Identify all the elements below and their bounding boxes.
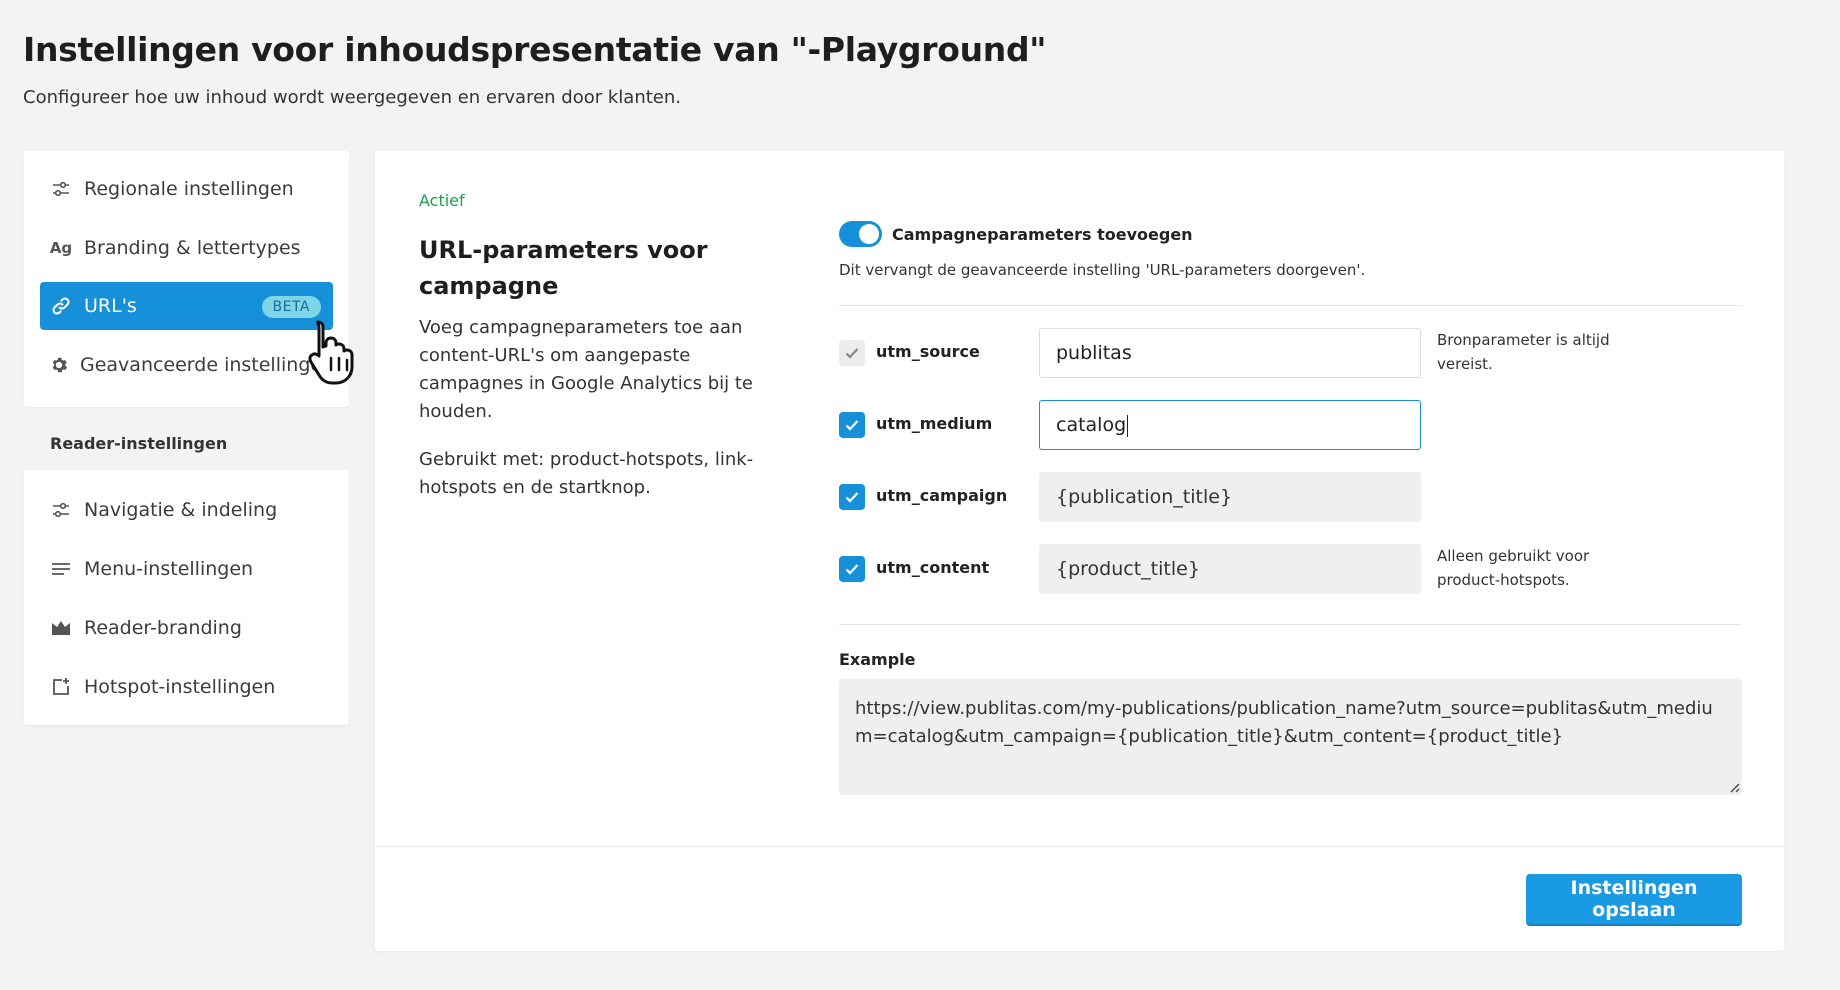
divider	[839, 624, 1742, 625]
param-name: utm_source	[876, 342, 980, 361]
section-intro: Actief URL-parameters voor campagne Voeg…	[419, 191, 769, 502]
sliders-icon	[50, 181, 72, 197]
sidebar-item-label: Branding & lettertypes	[84, 236, 301, 259]
sidebar-item-label: URL's	[84, 295, 137, 317]
page-title: Instellingen voor inhoudspresentatie van…	[23, 30, 1047, 69]
example-url-text: https://view.publitas.com/my-publication…	[855, 698, 1713, 747]
sidebar-item-label: Regionale instellingen	[84, 178, 294, 200]
check-icon	[845, 492, 859, 503]
sidebar-item-label: Navigatie & indeling	[84, 499, 278, 521]
section-description: Voeg campagneparameters toe aan content-…	[419, 317, 753, 422]
params-form: Campagneparameters toevoegen Dit vervang…	[839, 221, 1742, 795]
utm-source-checkbox[interactable]	[839, 340, 865, 366]
menu-icon	[50, 561, 72, 577]
page-header: Instellingen voor inhoudspresentatie van…	[23, 30, 1047, 108]
param-row-utm-content: utm_content {product_title} Alleen gebru…	[839, 544, 1742, 594]
hotspot-icon	[50, 677, 72, 697]
section-title: URL-parameters voor campagne	[419, 236, 708, 300]
sidebar-item-hotspot[interactable]: Hotspot-instellingen	[40, 663, 333, 711]
param-row-utm-campaign: utm_campaign {publication_title}	[839, 472, 1742, 522]
hand-cursor-icon	[308, 320, 354, 385]
footer-divider	[375, 846, 1784, 847]
sidebar-item-label: Menu-instellingen	[84, 558, 254, 580]
beta-badge: BETA	[261, 296, 321, 318]
sidebar-item-reader-branding[interactable]: Reader-branding	[40, 604, 333, 652]
status-badge: Actief	[419, 191, 465, 210]
font-icon: Ag	[49, 238, 73, 257]
check-icon	[845, 564, 859, 575]
divider	[839, 305, 1742, 306]
campaign-toggle-row: Campagneparameters toevoegen	[839, 221, 1742, 247]
param-help-text: Alleen gebruikt voor product-hotspots.	[1437, 547, 1590, 589]
toggle-label: Campagneparameters toevoegen	[892, 224, 1193, 244]
utm-medium-checkbox[interactable]	[839, 412, 865, 438]
crown-icon	[50, 620, 72, 636]
toggle-help-text: Dit vervangt de geavanceerde instelling …	[839, 261, 1366, 279]
utm-source-input[interactable]: publitas	[1039, 328, 1421, 378]
sidebar-item-label: Reader-branding	[84, 617, 242, 639]
utm-content-checkbox[interactable]	[839, 556, 865, 582]
url-params-panel: Actief URL-parameters voor campagne Voeg…	[375, 151, 1784, 951]
sliders-icon	[50, 502, 72, 518]
section-used-with: Gebruikt met: product-hotspots, link-hot…	[419, 449, 754, 498]
check-icon	[845, 348, 859, 359]
sidebar-settings-nav: Regionale instellingen Ag Branding & let…	[24, 151, 349, 407]
reader-settings-heading: Reader-instellingen	[50, 434, 228, 453]
check-icon	[845, 420, 859, 431]
param-help-text: Bronparameter is altijd vereist.	[1437, 331, 1610, 373]
param-name: utm_campaign	[876, 486, 1008, 505]
page-subtitle: Configureer hoe uw inhoud wordt weergege…	[23, 87, 681, 108]
sidebar-item-label: Hotspot-instellingen	[84, 676, 276, 698]
sidebar-item-label: Geavanceerde instellingen	[80, 353, 333, 376]
link-icon	[50, 296, 72, 316]
sidebar-reader-nav: Navigatie & indeling Menu-instellingen R…	[24, 470, 349, 725]
sidebar-item-navigation[interactable]: Navigatie & indeling	[40, 486, 333, 534]
input-value: catalog	[1056, 414, 1127, 436]
utm-content-input[interactable]: {product_title}	[1039, 544, 1421, 594]
text-caret	[1127, 414, 1129, 437]
sidebar-item-menu[interactable]: Menu-instellingen	[40, 545, 333, 593]
param-name: utm_medium	[876, 414, 993, 433]
sidebar-item-advanced[interactable]: Geavanceerde instellingen	[40, 341, 333, 389]
utm-campaign-input[interactable]: {publication_title}	[1039, 472, 1421, 522]
utm-campaign-checkbox[interactable]	[839, 484, 865, 510]
sidebar-item-urls[interactable]: URL's BETA	[40, 282, 333, 330]
sidebar-item-regional[interactable]: Regionale instellingen	[40, 165, 333, 213]
example-url-textarea[interactable]: https://view.publitas.com/my-publication…	[839, 679, 1742, 795]
campaign-params-toggle[interactable]	[839, 221, 882, 247]
sidebar-item-branding[interactable]: Ag Branding & lettertypes	[40, 224, 333, 272]
example-label: Example	[839, 650, 916, 669]
param-row-utm-medium: utm_medium catalog	[839, 400, 1742, 450]
utm-medium-input[interactable]: catalog	[1039, 400, 1421, 450]
param-row-utm-source: utm_source publitas Bronparameter is alt…	[839, 328, 1742, 378]
gear-icon	[50, 356, 68, 374]
resize-handle-icon[interactable]	[1728, 781, 1740, 793]
param-name: utm_content	[876, 558, 990, 577]
save-settings-button[interactable]: Instellingen opslaan	[1526, 874, 1742, 924]
